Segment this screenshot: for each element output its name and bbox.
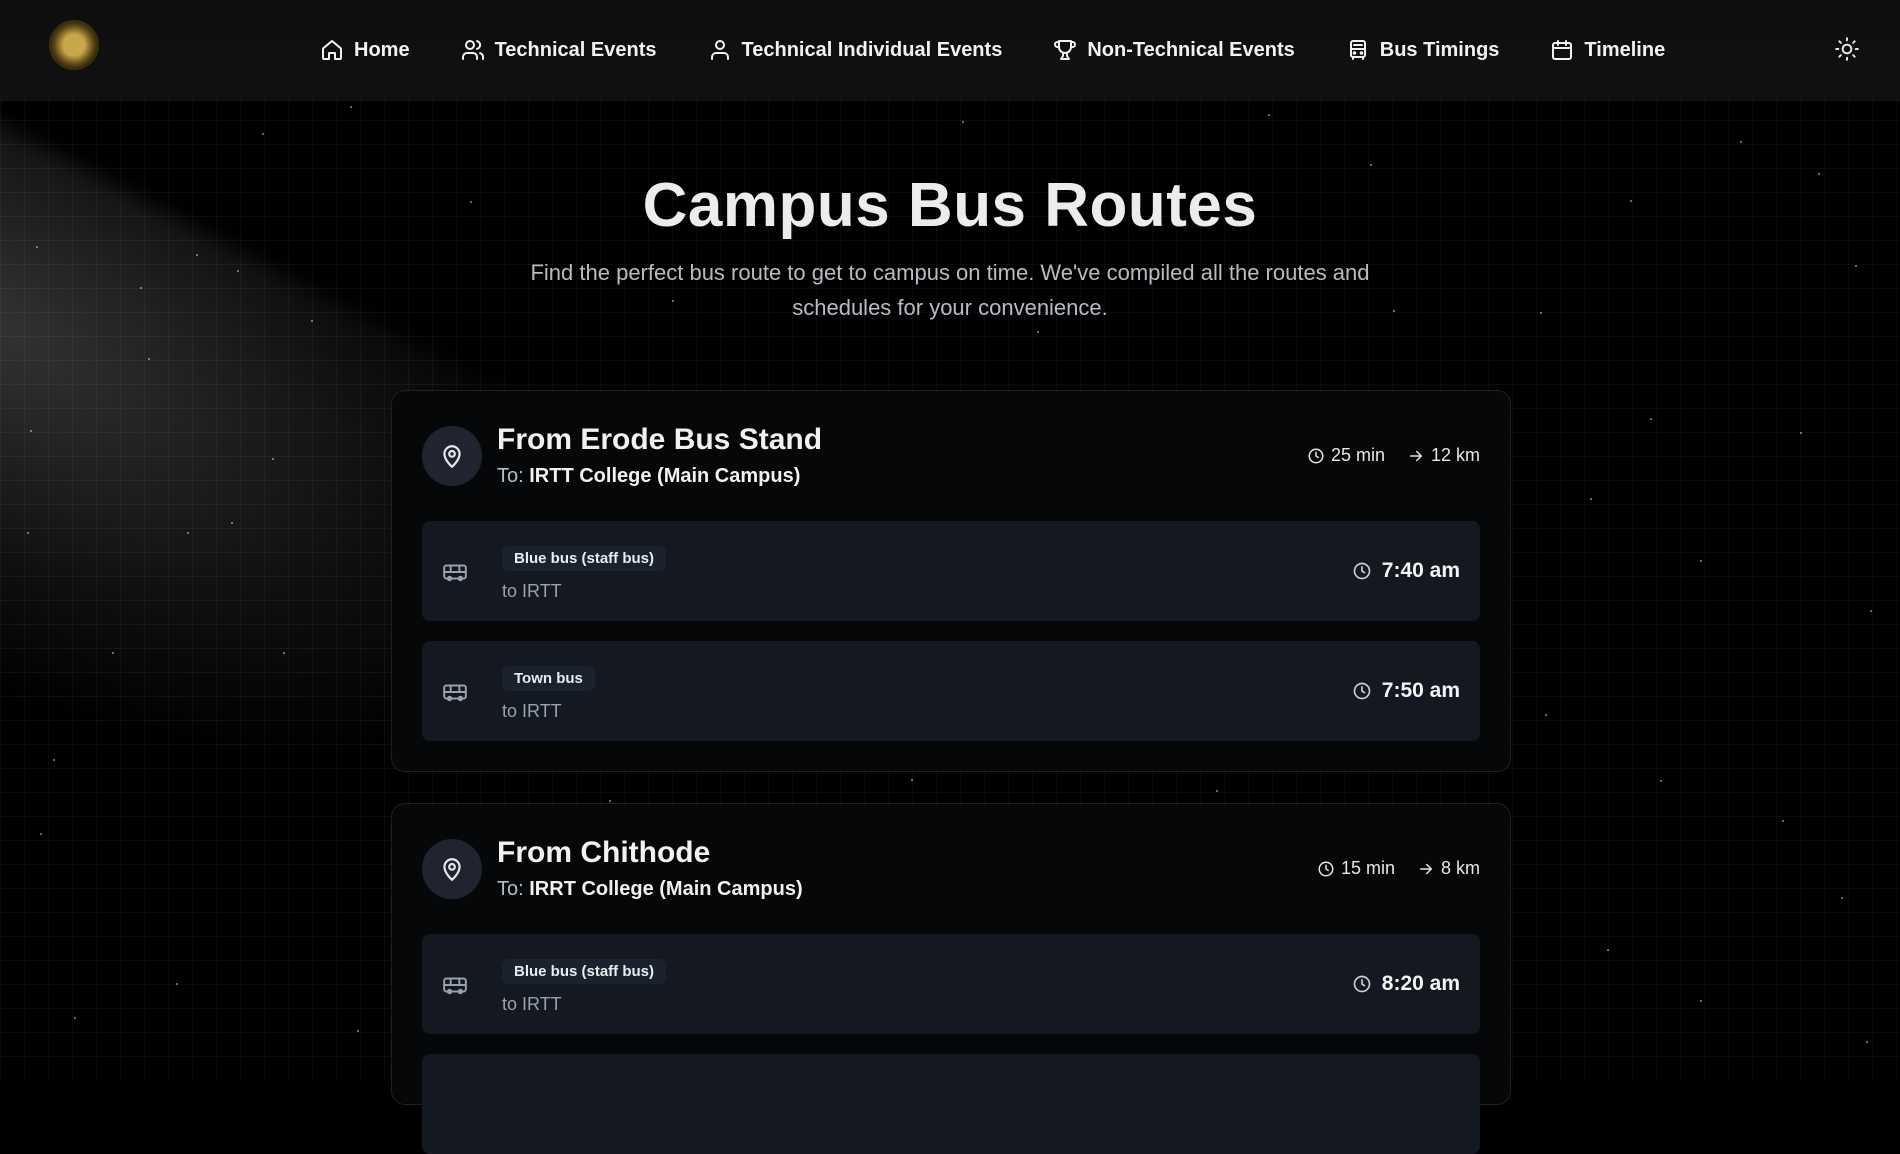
map-pin-icon — [443, 445, 461, 468]
route-destination: To: IRTT College (Main Campus) — [497, 465, 800, 488]
clock-icon — [1318, 861, 1334, 876]
clock-icon — [1353, 682, 1371, 700]
route-duration-value: 15 min — [1340, 858, 1395, 878]
college-logo[interactable] — [49, 20, 99, 70]
route-destination-name: IRTT College (Main Campus) — [529, 465, 801, 487]
hero-section: Campus Bus Routes Find the perfect bus r… — [0, 170, 1900, 325]
bus-icon — [443, 564, 467, 582]
calendar-icon — [1552, 40, 1573, 60]
nav-non-technical-events-label: Non-Technical Events — [1087, 38, 1295, 61]
nav-home[interactable]: Home — [320, 38, 410, 62]
home-icon — [322, 40, 342, 60]
route-pin-badge — [422, 426, 482, 486]
route-card: From Erode Bus Stand To: IRTT College (M… — [391, 390, 1511, 772]
route-distance-value: 8 km — [1440, 858, 1480, 878]
bus-trip-destination: to IRTT — [502, 701, 562, 721]
bus-departure-time-value: 7:40 am — [1381, 559, 1460, 582]
route-title: From Erode Bus Stand — [497, 423, 823, 456]
bus-trip-row-partial[interactable] — [422, 1054, 1480, 1154]
arrow-right-icon — [1409, 450, 1422, 461]
route-destination-name: IRRT College (Main Campus) — [529, 878, 803, 900]
nav-non-technical-events[interactable]: Non-Technical Events — [1053, 38, 1295, 62]
bus-departure-time: 7:50 am — [1352, 679, 1460, 703]
nav-timeline[interactable]: Timeline — [1550, 38, 1665, 62]
route-meta: 25 min 12 km — [1307, 445, 1480, 466]
route-distance: 12 km — [1407, 445, 1480, 466]
page-title: Campus Bus Routes — [642, 171, 1258, 240]
user-icon — [710, 40, 729, 60]
nav-bus-timings[interactable]: Bus Timings — [1346, 38, 1500, 62]
route-card: From Chithode To: IRRT College (Main Cam… — [391, 803, 1511, 1154]
route-to-label: To: — [497, 465, 524, 487]
top-navbar: Home Technical Events Technical Individu… — [0, 0, 1900, 101]
bus-trip-row[interactable]: Town bus to IRTT 7:50 am — [422, 641, 1480, 741]
nav-technical-events-label: Technical Events — [494, 38, 657, 61]
route-duration: 25 min — [1307, 445, 1385, 466]
route-card-header: From Chithode To: IRRT College (Main Cam… — [392, 804, 1510, 934]
bus-type-chip: Town bus — [502, 666, 595, 691]
bus-trip-destination: to IRTT — [502, 581, 562, 601]
nav-links: Home Technical Events Technical Individu… — [320, 0, 1716, 100]
bus-departure-time: 8:20 am — [1352, 972, 1460, 996]
bus-trip-destination: to IRTT — [502, 994, 562, 1014]
nav-timeline-label: Timeline — [1584, 38, 1666, 61]
bus-type-chip: Blue bus (staff bus) — [502, 959, 667, 984]
route-pin-badge — [422, 839, 482, 899]
route-to-label: To: — [497, 878, 524, 900]
users-icon — [461, 40, 484, 60]
bus-trip-row[interactable]: Blue bus (staff bus) to IRTT 8:20 am — [422, 934, 1480, 1034]
nav-home-label: Home — [354, 38, 410, 61]
nav-technical-individual-events[interactable]: Technical Individual Events — [708, 38, 1003, 62]
route-duration-value: 25 min — [1330, 445, 1385, 465]
clock-icon — [1308, 448, 1324, 463]
nav-technical-events[interactable]: Technical Events — [461, 38, 657, 62]
bus-icon — [443, 977, 467, 995]
arrow-right-icon — [1419, 863, 1432, 874]
bus-departure-time: 7:40 am — [1352, 559, 1460, 583]
bus-departure-time-value: 7:50 am — [1381, 679, 1460, 702]
clock-icon — [1353, 975, 1371, 993]
route-title: From Chithode — [497, 836, 711, 869]
bus-icon — [1349, 40, 1366, 60]
bus-icon — [443, 684, 467, 702]
nav-technical-individual-events-label: Technical Individual Events — [741, 38, 1003, 61]
route-card-header: From Erode Bus Stand To: IRTT College (M… — [392, 391, 1510, 521]
nav-bus-timings-label: Bus Timings — [1379, 38, 1500, 61]
route-meta: 15 min 8 km — [1317, 858, 1480, 879]
trophy-icon — [1054, 40, 1077, 60]
sun-icon[interactable] — [1834, 36, 1860, 62]
bus-type-chip: Blue bus (staff bus) — [502, 546, 667, 571]
route-destination: To: IRRT College (Main Campus) — [497, 878, 803, 901]
route-distance: 8 km — [1417, 858, 1480, 879]
route-distance-value: 12 km — [1430, 445, 1480, 465]
map-pin-icon — [443, 858, 461, 881]
clock-icon — [1353, 562, 1371, 580]
route-duration: 15 min — [1317, 858, 1395, 879]
page-subtitle: Find the perfect bus route to get to cam… — [530, 260, 1370, 320]
bus-trip-row[interactable]: Blue bus (staff bus) to IRTT 7:40 am — [422, 521, 1480, 621]
bus-departure-time-value: 8:20 am — [1381, 972, 1460, 995]
